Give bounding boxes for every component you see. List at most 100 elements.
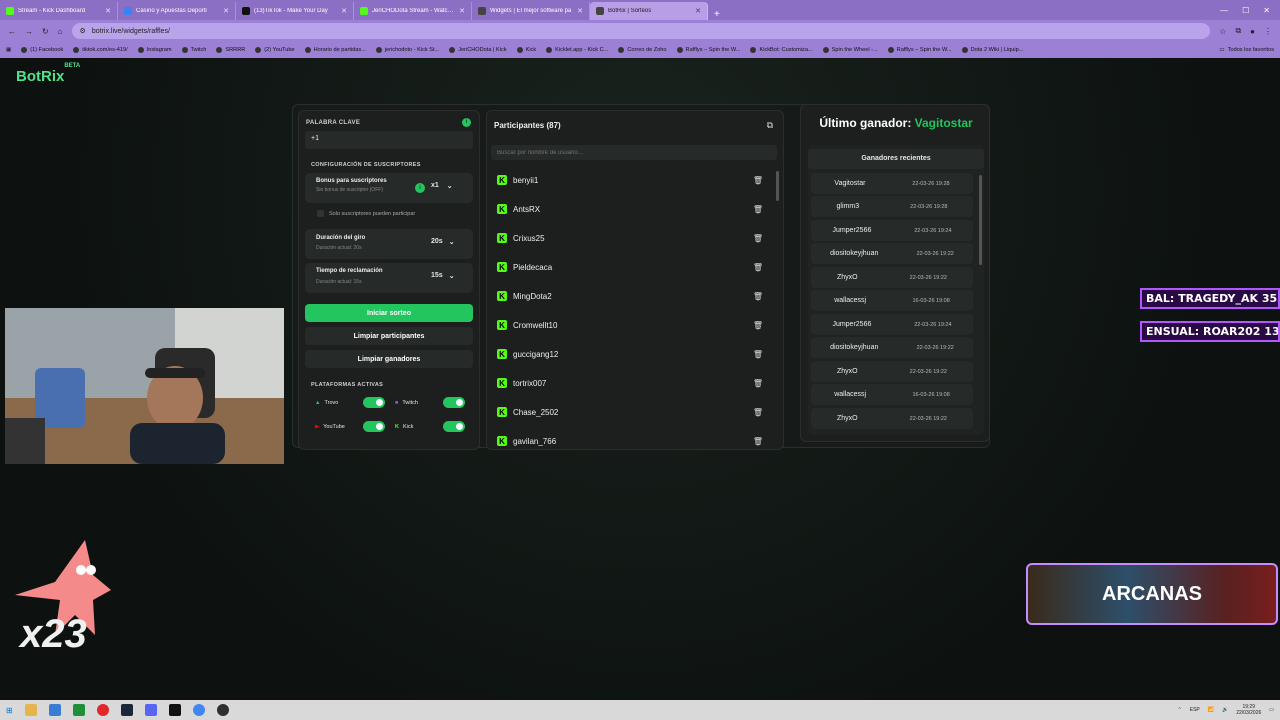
trash-icon[interactable]: 🗑 — [753, 176, 763, 185]
scrollbar[interactable] — [776, 171, 779, 201]
clear-participants-button[interactable]: Limpiar participantes — [305, 327, 473, 345]
bonus-select[interactable]: x1 ⌄ — [431, 182, 461, 194]
all-favorites[interactable]: ▭ Todos los favoritos — [1219, 47, 1274, 53]
tab-tiktok[interactable]: (13)TikTok - Make Your Day ✕ — [236, 2, 354, 20]
botrix-logo[interactable]: BotRixBETA — [16, 63, 80, 85]
clock[interactable]: 19:29 22/03/2026 — [1236, 704, 1261, 716]
youtube-toggle[interactable] — [363, 421, 385, 432]
bookmark-star-icon[interactable]: ☆ — [1219, 27, 1226, 36]
bookmark-item[interactable]: Rafflys – Spin the W... — [887, 47, 952, 53]
bookmark-item[interactable]: (2) YouTube — [255, 47, 295, 53]
bookmark-item[interactable]: Rafflys – Spin the W... — [676, 47, 740, 53]
trash-icon[interactable]: 🗑 — [753, 205, 763, 214]
list-item[interactable]: K Cromwellt10 🗑 — [493, 313, 773, 337]
excel-icon[interactable] — [72, 704, 85, 716]
chrome-icon[interactable] — [192, 704, 205, 716]
bookmark-item[interactable]: Horario de partidas... — [304, 47, 366, 53]
list-item[interactable]: K Crixus25 🗑 — [493, 226, 773, 250]
list-item[interactable]: Ktortrix007 🗑 — [493, 371, 773, 395]
volume-icon[interactable]: 🔊 — [1222, 707, 1228, 713]
bookmark-item[interactable]: (1) Facebook — [21, 47, 63, 53]
home-icon[interactable]: ⌂ — [58, 27, 63, 36]
wifi-icon[interactable]: 📶 — [1208, 707, 1214, 713]
reload-icon[interactable]: ↻ — [42, 27, 49, 36]
bookmark-item[interactable]: KickBot: Customiza... — [750, 47, 813, 53]
windows-start-icon[interactable]: ⊞ — [6, 706, 13, 715]
steam-icon[interactable] — [120, 704, 133, 716]
close-tab-icon[interactable]: ✕ — [695, 7, 701, 15]
bookmark-item[interactable]: Instagram — [137, 47, 172, 53]
claim-time-select[interactable]: 15s ⌄ — [431, 272, 455, 280]
tab-jericho-stream[interactable]: JeriCHODota Stream - Watch L ✕ — [354, 2, 472, 20]
list-item[interactable]: K AntsRX 🗑 — [493, 197, 773, 221]
close-window-icon[interactable]: ✕ — [1263, 6, 1270, 15]
bookmark-item[interactable]: Correo de Zoho — [618, 47, 667, 53]
close-tab-icon[interactable]: ✕ — [341, 7, 347, 15]
subs-only-checkbox[interactable] — [317, 210, 324, 217]
obs-icon[interactable] — [216, 704, 229, 716]
tab-widgets[interactable]: Widgets | El mejor software pa ✕ — [472, 2, 590, 20]
bookmark-item[interactable]: JeriCHODota | Kick — [449, 47, 507, 53]
apps-icon[interactable]: ▦ — [6, 47, 11, 53]
copy-icon[interactable]: ⧉ — [767, 120, 773, 131]
trash-icon[interactable]: 🗑 — [753, 437, 763, 446]
new-tab-icon[interactable]: + — [708, 9, 726, 20]
bookmark-item[interactable]: tiktok.com/es-419/ — [73, 47, 128, 53]
trash-icon[interactable]: 🗑 — [753, 379, 763, 388]
opera-icon[interactable] — [96, 704, 109, 716]
file-explorer-icon[interactable] — [24, 704, 37, 716]
tab-botrix-sorteos[interactable]: BotRix | Sorteos ✕ — [590, 2, 708, 20]
list-item[interactable]: K MingDota2 🗑 — [493, 284, 773, 308]
trash-icon[interactable]: 🗑 — [753, 263, 763, 272]
trash-icon[interactable]: 🗑 — [753, 350, 763, 359]
site-info-icon[interactable]: ⚙ — [80, 27, 86, 35]
participant-search-input[interactable] — [491, 145, 777, 160]
bookmark-item[interactable]: Spin the Wheel -... — [822, 47, 878, 53]
profile-icon[interactable]: ● — [1250, 27, 1255, 36]
trash-icon[interactable]: 🗑 — [753, 234, 763, 243]
bookmark-item[interactable]: Kicklet.app - Kick C... — [546, 47, 608, 53]
lang-indicator[interactable]: ESP — [1190, 707, 1200, 713]
bookmark-item[interactable]: Dota 2 Wiki | Liquip... — [961, 47, 1023, 53]
kick-toggle[interactable] — [443, 421, 465, 432]
list-item[interactable]: Kbenyii1 🗑 — [493, 168, 773, 192]
forward-icon[interactable]: → — [25, 27, 33, 36]
list-item[interactable]: Kguccigang12 🗑 — [493, 342, 773, 366]
subs-only-option[interactable]: Solo suscriptores pueden participar — [317, 210, 415, 217]
notification-icon[interactable]: ▭ — [1269, 707, 1274, 713]
maximize-icon[interactable]: ☐ — [1242, 6, 1249, 15]
twitch-toggle[interactable] — [443, 397, 465, 408]
close-tab-icon[interactable]: ✕ — [105, 7, 111, 15]
list-item[interactable]: K Chase_2502 🗑 — [493, 400, 773, 424]
close-tab-icon[interactable]: ✕ — [459, 7, 465, 15]
menu-icon[interactable]: ⋮ — [1264, 27, 1272, 36]
trash-icon[interactable]: 🗑 — [753, 292, 763, 301]
info-icon[interactable]: i — [462, 118, 471, 127]
minimize-icon[interactable]: — — [1220, 6, 1228, 15]
spin-duration-select[interactable]: 20s ⌄ — [431, 238, 455, 246]
bookmark-item[interactable]: SRRRR — [216, 47, 245, 53]
tab-casino[interactable]: Casino y Apuestas Deporti ✕ — [118, 2, 236, 20]
extensions-icon[interactable]: ⧉ — [1235, 26, 1241, 36]
url-field[interactable]: ⚙ botrix.live/widgets/raffles/ — [71, 23, 1211, 39]
chevron-up-icon[interactable]: ⌃ — [1178, 707, 1182, 713]
tab-kick-dashboard[interactable]: Stream - Kick Dashboard ✕ — [0, 2, 118, 20]
app-icon[interactable] — [48, 704, 61, 716]
trash-icon[interactable]: 🗑 — [753, 408, 763, 417]
list-item[interactable]: K Pieldecaca 🗑 — [493, 255, 773, 279]
close-tab-icon[interactable]: ✕ — [577, 7, 583, 15]
start-raffle-button[interactable]: Iniciar sorteo — [305, 304, 473, 322]
keyword-input[interactable]: +1 — [305, 131, 473, 149]
back-icon[interactable]: ← — [8, 27, 16, 36]
info-icon[interactable]: i — [415, 183, 425, 193]
trovo-toggle[interactable] — [363, 397, 385, 408]
scrollbar[interactable] — [979, 175, 982, 265]
trash-icon[interactable]: 🗑 — [753, 321, 763, 330]
clear-winners-button[interactable]: Limpiar ganadores — [305, 350, 473, 368]
bookmark-item[interactable]: jerichodoto - Kick St... — [375, 47, 439, 53]
bookmark-item[interactable]: Kick — [516, 47, 536, 53]
list-item[interactable]: Kgavilan_766 🗑 — [493, 429, 773, 453]
capcut-icon[interactable] — [168, 704, 181, 716]
close-tab-icon[interactable]: ✕ — [223, 7, 229, 15]
bookmark-item[interactable]: Twitch — [181, 47, 206, 53]
